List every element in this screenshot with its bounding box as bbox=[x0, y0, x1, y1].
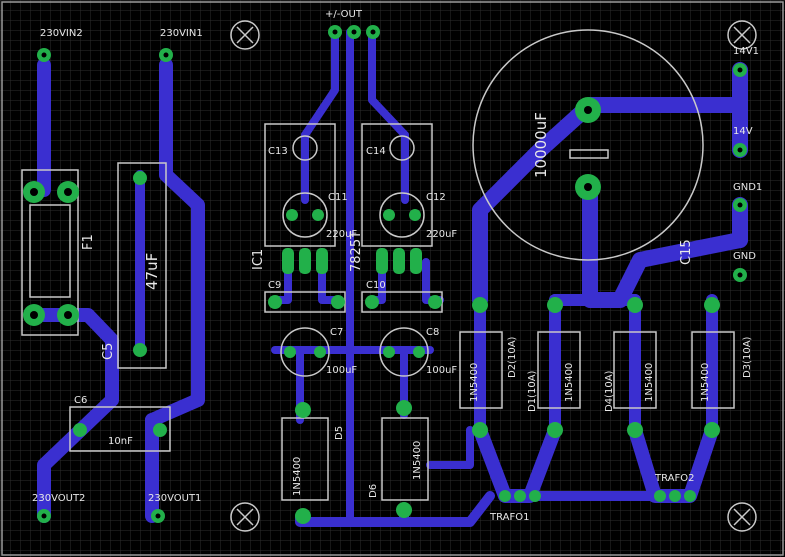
label-vout2: 230VOUT2 bbox=[32, 493, 85, 504]
pad-c6-2[interactable] bbox=[153, 423, 167, 437]
pad-d1-2[interactable] bbox=[547, 422, 563, 438]
pad-c8-2[interactable] bbox=[413, 346, 425, 358]
label-vin1: 230VIN1 bbox=[160, 28, 203, 39]
label-c13: C13 bbox=[268, 146, 288, 157]
label-d4: D4(10A) bbox=[604, 370, 615, 412]
label-d6-part: 1N5400 bbox=[412, 441, 423, 480]
pad-c11-2[interactable] bbox=[312, 209, 324, 221]
label-d5-part: 1N5400 bbox=[292, 457, 303, 496]
label-gnd: GND bbox=[733, 251, 756, 262]
pad-ic1-2[interactable] bbox=[299, 248, 311, 274]
pad-d6-2[interactable] bbox=[396, 502, 412, 518]
pad-d1-1[interactable] bbox=[547, 297, 563, 313]
pad-c12-1[interactable] bbox=[383, 209, 395, 221]
pad-c12-2[interactable] bbox=[409, 209, 421, 221]
pad-trafo1-1[interactable] bbox=[499, 490, 511, 502]
label-d5: D5 bbox=[334, 426, 345, 440]
label-c6-value: 10nF bbox=[108, 436, 133, 447]
label-c12: C12 bbox=[426, 192, 446, 203]
label-14v1: 14V1 bbox=[733, 46, 759, 57]
pad-ic2-3[interactable] bbox=[410, 248, 422, 274]
label-c7: C7 bbox=[330, 327, 343, 338]
pad-c5-2[interactable] bbox=[133, 343, 147, 357]
label-c7-value: 100uF bbox=[326, 365, 357, 376]
label-fuse: F1 bbox=[81, 234, 96, 250]
label-c10: C10 bbox=[366, 280, 386, 291]
label-vin2: 230VIN2 bbox=[40, 28, 83, 39]
pad-c7-1[interactable] bbox=[284, 346, 296, 358]
label-d4-part: 1N5400 bbox=[644, 363, 655, 402]
pad-d3-2[interactable] bbox=[704, 422, 720, 438]
label-ic1: IC1 bbox=[251, 249, 266, 270]
label-trafo1: TRAFO1 bbox=[489, 512, 529, 523]
pad-d4-2[interactable] bbox=[627, 422, 643, 438]
pad-c10-1[interactable] bbox=[365, 295, 379, 309]
pad-c9-1[interactable] bbox=[268, 295, 282, 309]
pad-d5-1[interactable] bbox=[295, 402, 311, 418]
pad-c8-1[interactable] bbox=[383, 346, 395, 358]
label-gnd1: GND1 bbox=[733, 182, 762, 193]
pad-ic2-2[interactable] bbox=[393, 248, 405, 274]
label-d2-part: 1N5400 bbox=[469, 363, 480, 402]
label-d3-part: 1N5400 bbox=[700, 363, 711, 402]
label-d1-part: 1N5400 bbox=[564, 363, 575, 402]
pad-d5-2[interactable] bbox=[295, 508, 311, 524]
pad-c10-2[interactable] bbox=[428, 295, 442, 309]
pad-c5-1[interactable] bbox=[133, 171, 147, 185]
pad-d3-1[interactable] bbox=[704, 297, 720, 313]
pad-c9-2[interactable] bbox=[331, 295, 345, 309]
pad-trafo1-3[interactable] bbox=[529, 490, 541, 502]
pad-c6-1[interactable] bbox=[73, 423, 87, 437]
label-c14: C14 bbox=[366, 146, 386, 157]
label-c15: C15 bbox=[679, 239, 694, 265]
pad-d4-1[interactable] bbox=[627, 297, 643, 313]
pad-c11-1[interactable] bbox=[286, 209, 298, 221]
pad-trafo1-2[interactable] bbox=[514, 490, 526, 502]
label-c15-value: 10000uF bbox=[532, 112, 550, 178]
label-d3: D3(10A) bbox=[742, 336, 753, 378]
pad-c7-2[interactable] bbox=[314, 346, 326, 358]
label-c6: C6 bbox=[74, 395, 87, 406]
pad-d6-1[interactable] bbox=[396, 400, 412, 416]
pad-ic2-1[interactable] bbox=[376, 248, 388, 274]
label-c11-value: 220uF bbox=[326, 229, 357, 240]
pad-trafo2-1[interactable] bbox=[654, 490, 666, 502]
label-c12-value: 220uF bbox=[426, 229, 457, 240]
label-14v: 14V bbox=[733, 126, 753, 137]
label-d1: D1(10A) bbox=[527, 370, 538, 412]
label-c8-value: 100uF bbox=[426, 365, 457, 376]
label-c9: C9 bbox=[268, 280, 281, 291]
label-d2: D2(10A) bbox=[507, 336, 518, 378]
pcb-layout: +/-OUT 230VIN2 230VIN1 230VOUT2 230VOUT1… bbox=[0, 0, 785, 557]
label-out: +/-OUT bbox=[325, 9, 363, 20]
pad-trafo2-2[interactable] bbox=[669, 490, 681, 502]
pad-trafo2-3[interactable] bbox=[684, 490, 696, 502]
label-trafo2: TRAFO2 bbox=[654, 473, 694, 484]
label-d6: D6 bbox=[368, 484, 379, 498]
label-c5: C5 bbox=[101, 343, 116, 360]
label-vout1: 230VOUT1 bbox=[148, 493, 201, 504]
pad-d2-1[interactable] bbox=[472, 297, 488, 313]
label-c8: C8 bbox=[426, 327, 439, 338]
pad-ic1-3[interactable] bbox=[316, 248, 328, 274]
label-c5-value: 47uF bbox=[143, 253, 161, 290]
pad-d2-2[interactable] bbox=[472, 422, 488, 438]
pad-ic1-1[interactable] bbox=[282, 248, 294, 274]
label-c11: C11 bbox=[328, 192, 348, 203]
